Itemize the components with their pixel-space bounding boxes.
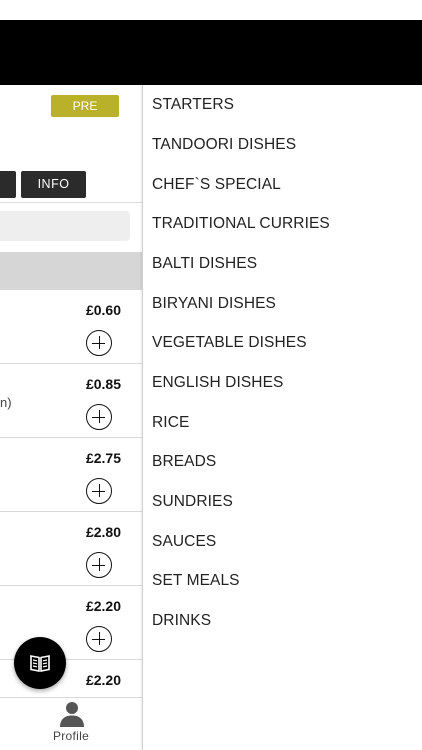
search-input[interactable] <box>0 211 130 241</box>
item-price: £2.80 <box>85 524 121 540</box>
tab-info[interactable]: INFO <box>21 171 86 198</box>
tab-previous[interactable] <box>0 171 16 198</box>
category-item[interactable]: RICE <box>152 414 189 432</box>
category-item[interactable]: BALTI DISHES <box>152 255 257 273</box>
add-icon[interactable] <box>86 478 112 504</box>
menu-panel: PRE ORDER INFO £0.60 n) £0.85 £2.75 £2.8… <box>0 85 142 750</box>
add-icon[interactable] <box>86 330 112 356</box>
category-drawer: STARTERS TANDOORI DISHES CHEF`S SPECIAL … <box>142 85 422 750</box>
category-item[interactable]: TRADITIONAL CURRIES <box>152 215 330 233</box>
add-icon[interactable] <box>86 626 112 652</box>
category-item[interactable]: BREADS <box>152 453 216 471</box>
item-description: n) <box>0 395 12 410</box>
category-item[interactable]: DRINKS <box>152 612 211 630</box>
menu-item-row: £0.60 <box>0 290 142 364</box>
menu-book-icon <box>30 655 50 672</box>
menu-item-row: £2.75 <box>0 438 142 512</box>
category-item[interactable]: TANDOORI DISHES <box>152 136 296 154</box>
category-item[interactable]: ENGLISH DISHES <box>152 374 283 392</box>
category-item[interactable]: BIRYANI DISHES <box>152 295 276 313</box>
item-price: £2.20 <box>85 598 121 614</box>
item-price: £0.85 <box>85 376 121 392</box>
add-icon[interactable] <box>86 552 112 578</box>
person-icon[interactable] <box>58 700 86 728</box>
category-item[interactable]: CHEF`S SPECIAL <box>152 176 281 194</box>
category-item[interactable]: SET MEALS <box>152 572 240 590</box>
item-price: £2.75 <box>85 450 121 466</box>
item-price: £2.20 <box>85 672 121 688</box>
divider <box>0 202 142 203</box>
menu-book-button[interactable] <box>14 637 66 689</box>
bottom-nav: Profile <box>0 697 142 750</box>
category-item[interactable]: SAUCES <box>152 533 216 551</box>
menu-item-row: n) £0.85 <box>0 364 142 438</box>
app-header <box>0 20 422 85</box>
add-icon[interactable] <box>86 404 112 430</box>
category-item[interactable]: STARTERS <box>152 96 234 114</box>
item-price: £0.60 <box>85 302 121 318</box>
menu-item-row: £2.80 <box>0 512 142 586</box>
profile-tab-label[interactable]: Profile <box>0 729 142 743</box>
category-item[interactable]: VEGETABLE DISHES <box>152 334 307 352</box>
category-header-band <box>0 252 142 290</box>
preorder-badge[interactable]: PRE ORDER <box>51 95 119 135</box>
category-item[interactable]: SUNDRIES <box>152 493 233 511</box>
status-bar <box>0 0 422 20</box>
